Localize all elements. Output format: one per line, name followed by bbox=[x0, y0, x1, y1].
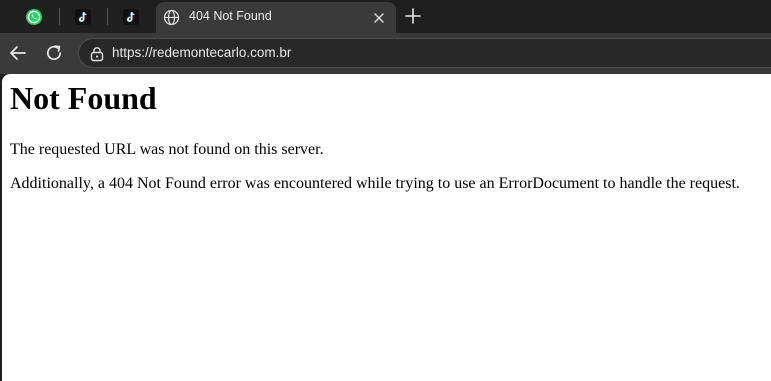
page-heading: Not Found bbox=[10, 80, 157, 116]
tab-strip: 404 Not Found bbox=[0, 0, 771, 33]
error-message: The requested URL was not found on this … bbox=[10, 141, 324, 158]
pinned-tab-whatsapp[interactable] bbox=[16, 4, 52, 30]
tiktok-icon bbox=[123, 9, 139, 25]
tab-active[interactable]: 404 Not Found bbox=[156, 2, 396, 33]
reload-icon[interactable] bbox=[43, 42, 65, 64]
site-info-icon[interactable] bbox=[89, 46, 105, 62]
globe-icon bbox=[163, 9, 180, 26]
tab-separator bbox=[59, 8, 60, 25]
error-detail: Additionally, a 404 Not Found error was … bbox=[10, 175, 740, 192]
tab-separator bbox=[107, 8, 108, 25]
pinned-tab-tiktok[interactable] bbox=[65, 4, 101, 30]
address-bar[interactable]: https://redemontecarlo.com.br bbox=[78, 38, 771, 68]
tab-title: 404 Not Found bbox=[189, 9, 272, 23]
close-icon[interactable] bbox=[371, 10, 387, 26]
tiktok-icon bbox=[75, 9, 91, 25]
back-arrow-icon[interactable] bbox=[7, 42, 29, 64]
whatsapp-icon bbox=[26, 9, 42, 25]
browser-window: 404 Not Found https://redemontecarlo.com… bbox=[0, 0, 771, 381]
toolbar: https://redemontecarlo.com.br bbox=[0, 33, 771, 74]
url-text[interactable]: https://redemontecarlo.com.br bbox=[112, 45, 291, 60]
new-tab-button[interactable] bbox=[404, 7, 422, 25]
page-viewport: Not Found The requested URL was not foun… bbox=[2, 74, 771, 381]
pinned-tab-tiktok[interactable] bbox=[113, 4, 149, 30]
